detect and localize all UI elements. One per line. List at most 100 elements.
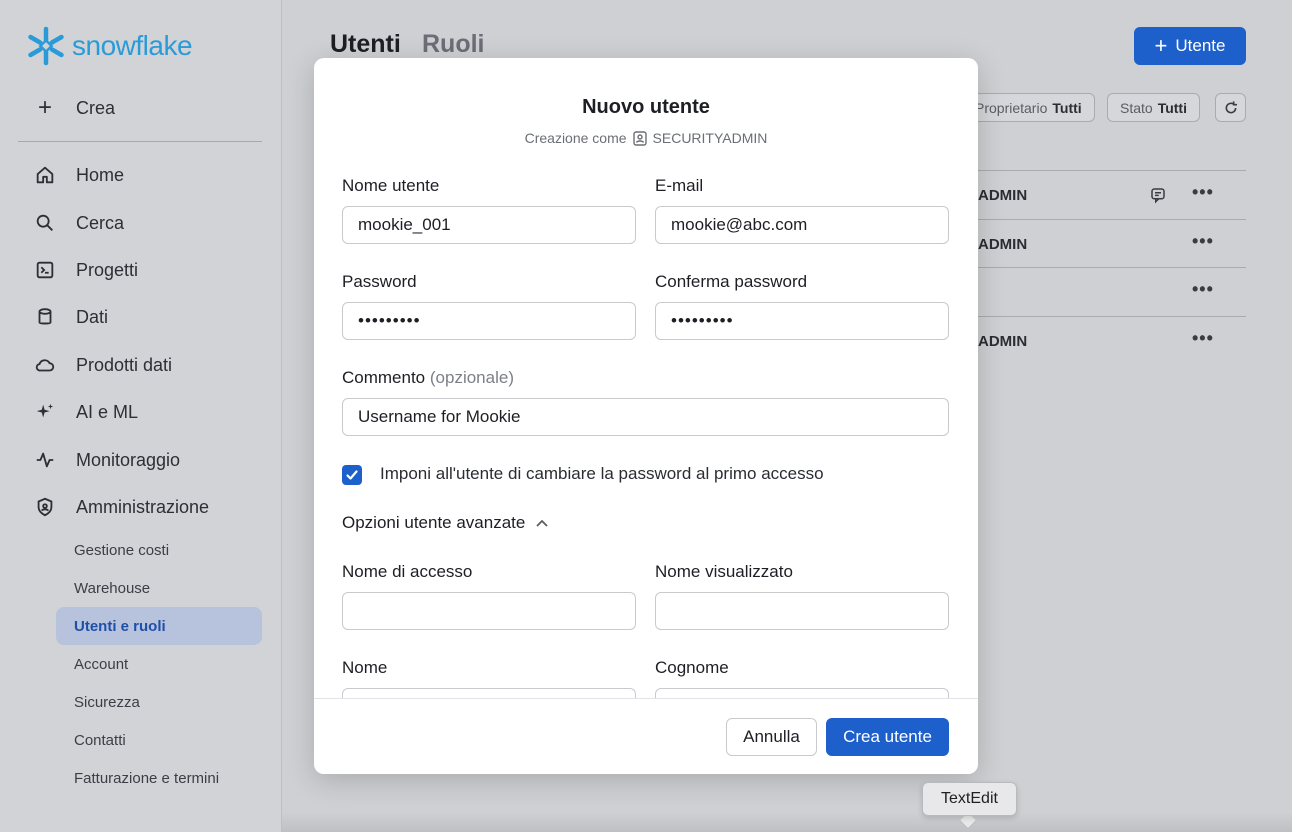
sidebar-item-label: Home [76, 164, 125, 185]
sidebar-item-monitoring[interactable]: Monitoraggio [30, 445, 180, 475]
confirm-password-field[interactable]: ••••••••• [655, 302, 949, 340]
sidebar-item-admin[interactable]: Amministrazione [30, 492, 209, 522]
sidebar: snowflake + Crea Home Cerca Progetti Dat… [0, 0, 282, 832]
user-badge-icon [632, 130, 647, 146]
sidebar-item-ai-ml[interactable]: AI e ML [30, 397, 138, 427]
sidebar-subitem-label: Account [74, 655, 129, 673]
last-name-label: Cognome [655, 658, 729, 677]
snowflake-icon [28, 26, 64, 66]
display-name-label: Nome visualizzato [655, 562, 793, 581]
checkmark-icon [346, 470, 358, 480]
sidebar-subitem-users-roles[interactable]: Utenti e ruoli [56, 607, 262, 645]
email-label: E-mail [655, 176, 704, 195]
dock-tooltip: TextEdit [922, 782, 1017, 816]
refresh-icon [1225, 100, 1237, 113]
cloud-icon [35, 359, 55, 372]
sidebar-item-label: Prodotti dati [76, 354, 173, 375]
comment-field[interactable]: Username for Mookie [342, 398, 949, 436]
table-divider [978, 170, 1246, 171]
sidebar-subitem-label: Contatti [74, 731, 126, 749]
sidebar-subitem-cost-management[interactable]: Gestione costi [56, 531, 262, 569]
row-menu-icon[interactable]: ••• [1192, 231, 1214, 252]
snowflake-logo[interactable]: snowflake [26, 26, 193, 66]
table-cell-owner: ADMIN [978, 333, 1028, 350]
sidebar-item-label: Cerca [76, 212, 125, 233]
search-icon [36, 214, 53, 231]
username-label: Nome utente [342, 176, 440, 195]
table-cell-owner: ADMIN [978, 236, 1028, 253]
sidebar-subitem-security[interactable]: Sicurezza [56, 683, 262, 721]
advanced-options-toggle[interactable]: Opzioni utente avanzate [342, 513, 549, 533]
activity-icon [36, 452, 54, 468]
force-password-change-label: Imponi all'utente di cambiare la passwor… [380, 464, 824, 483]
filter-owner[interactable]: Proprietario Tutti [962, 93, 1095, 122]
terminal-icon [36, 261, 54, 279]
comment-optional-text: (opzionale) [429, 368, 514, 387]
add-user-button[interactable]: + Utente [1134, 27, 1246, 65]
sidebar-subitem-label: Gestione costi [74, 541, 170, 559]
login-name-field[interactable] [342, 592, 636, 630]
add-user-label: Utente [1175, 36, 1226, 55]
table-divider [978, 316, 1246, 317]
comment-icon[interactable] [1149, 186, 1167, 204]
filter-owner-value: Tutti [1052, 99, 1082, 116]
comment-label: Commento (opzionale) [342, 368, 514, 388]
cancel-button[interactable]: Annulla [726, 718, 817, 756]
sidebar-item-data[interactable]: Dati [30, 302, 108, 332]
table-divider [978, 219, 1246, 220]
sidebar-divider [18, 141, 262, 142]
sidebar-item-projects[interactable]: Progetti [30, 255, 138, 285]
new-user-dialog: Nuovo utente Creazione come SECURITYADMI… [314, 58, 978, 774]
sidebar-item-label: Monitoraggio [76, 449, 181, 470]
table-divider [978, 267, 1246, 268]
chevron-up-icon [536, 519, 548, 527]
dock-shadow [282, 812, 1292, 832]
sidebar-item-label: Dati [76, 306, 109, 327]
sidebar-subitem-warehouse[interactable]: Warehouse [56, 569, 262, 607]
sidebar-subitem-billing[interactable]: Fatturazione e termini [56, 759, 262, 797]
database-icon [38, 308, 52, 325]
dialog-subtitle-prefix: Creazione come [524, 130, 627, 146]
password-label: Password [342, 272, 417, 291]
create-user-button[interactable]: Crea utente [826, 718, 949, 756]
dialog-subtitle: Creazione come SECURITYADMIN [314, 130, 978, 146]
login-name-label: Nome di accesso [342, 562, 473, 581]
dialog-footer: Annulla Crea utente [314, 698, 978, 774]
table-cell-owner: ADMIN [978, 187, 1028, 204]
sidebar-subitem-contacts[interactable]: Contatti [56, 721, 262, 759]
sidebar-subitem-label: Warehouse [74, 579, 151, 597]
username-field[interactable]: mookie_001 [342, 206, 636, 244]
password-field[interactable]: ••••••••• [342, 302, 636, 340]
create-button[interactable]: + Crea [30, 96, 115, 120]
display-name-field[interactable] [655, 592, 949, 630]
row-menu-icon[interactable]: ••• [1192, 328, 1214, 349]
email-field[interactable]: mookie@abc.com [655, 206, 949, 244]
filter-status-value: Tutti [1157, 99, 1187, 116]
sidebar-item-data-products[interactable]: Prodotti dati [30, 350, 172, 380]
sidebar-item-search[interactable]: Cerca [30, 208, 124, 238]
plus-icon: + [37, 94, 52, 121]
home-icon [36, 166, 54, 184]
tab-roles[interactable]: Ruoli [422, 30, 485, 59]
dialog-subtitle-role: SECURITYADMIN [652, 130, 768, 146]
row-menu-icon[interactable]: ••• [1192, 182, 1214, 203]
advanced-options-label: Opzioni utente avanzate [342, 513, 526, 532]
brand-name: snowflake [72, 30, 193, 61]
filter-status[interactable]: Stato Tutti [1107, 93, 1200, 122]
force-password-change-checkbox[interactable] [342, 465, 362, 485]
sidebar-item-label: Amministrazione [76, 496, 210, 517]
sidebar-item-label: Progetti [76, 259, 139, 280]
confirm-password-label: Conferma password [655, 272, 808, 291]
refresh-button[interactable] [1215, 93, 1246, 122]
sparkle-icon [36, 403, 54, 418]
tab-users[interactable]: Utenti [330, 30, 401, 59]
sidebar-subitem-account[interactable]: Account [56, 645, 262, 683]
row-menu-icon[interactable]: ••• [1192, 279, 1214, 300]
sidebar-subitem-label: Utenti e ruoli [74, 617, 166, 635]
sidebar-item-home[interactable]: Home [30, 160, 124, 190]
create-label: Crea [76, 97, 116, 118]
first-name-label: Nome [342, 658, 388, 677]
sidebar-item-label: AI e ML [76, 401, 139, 422]
sidebar-subitem-label: Sicurezza [74, 693, 140, 711]
sidebar-subitem-label: Fatturazione e termini [74, 769, 220, 787]
